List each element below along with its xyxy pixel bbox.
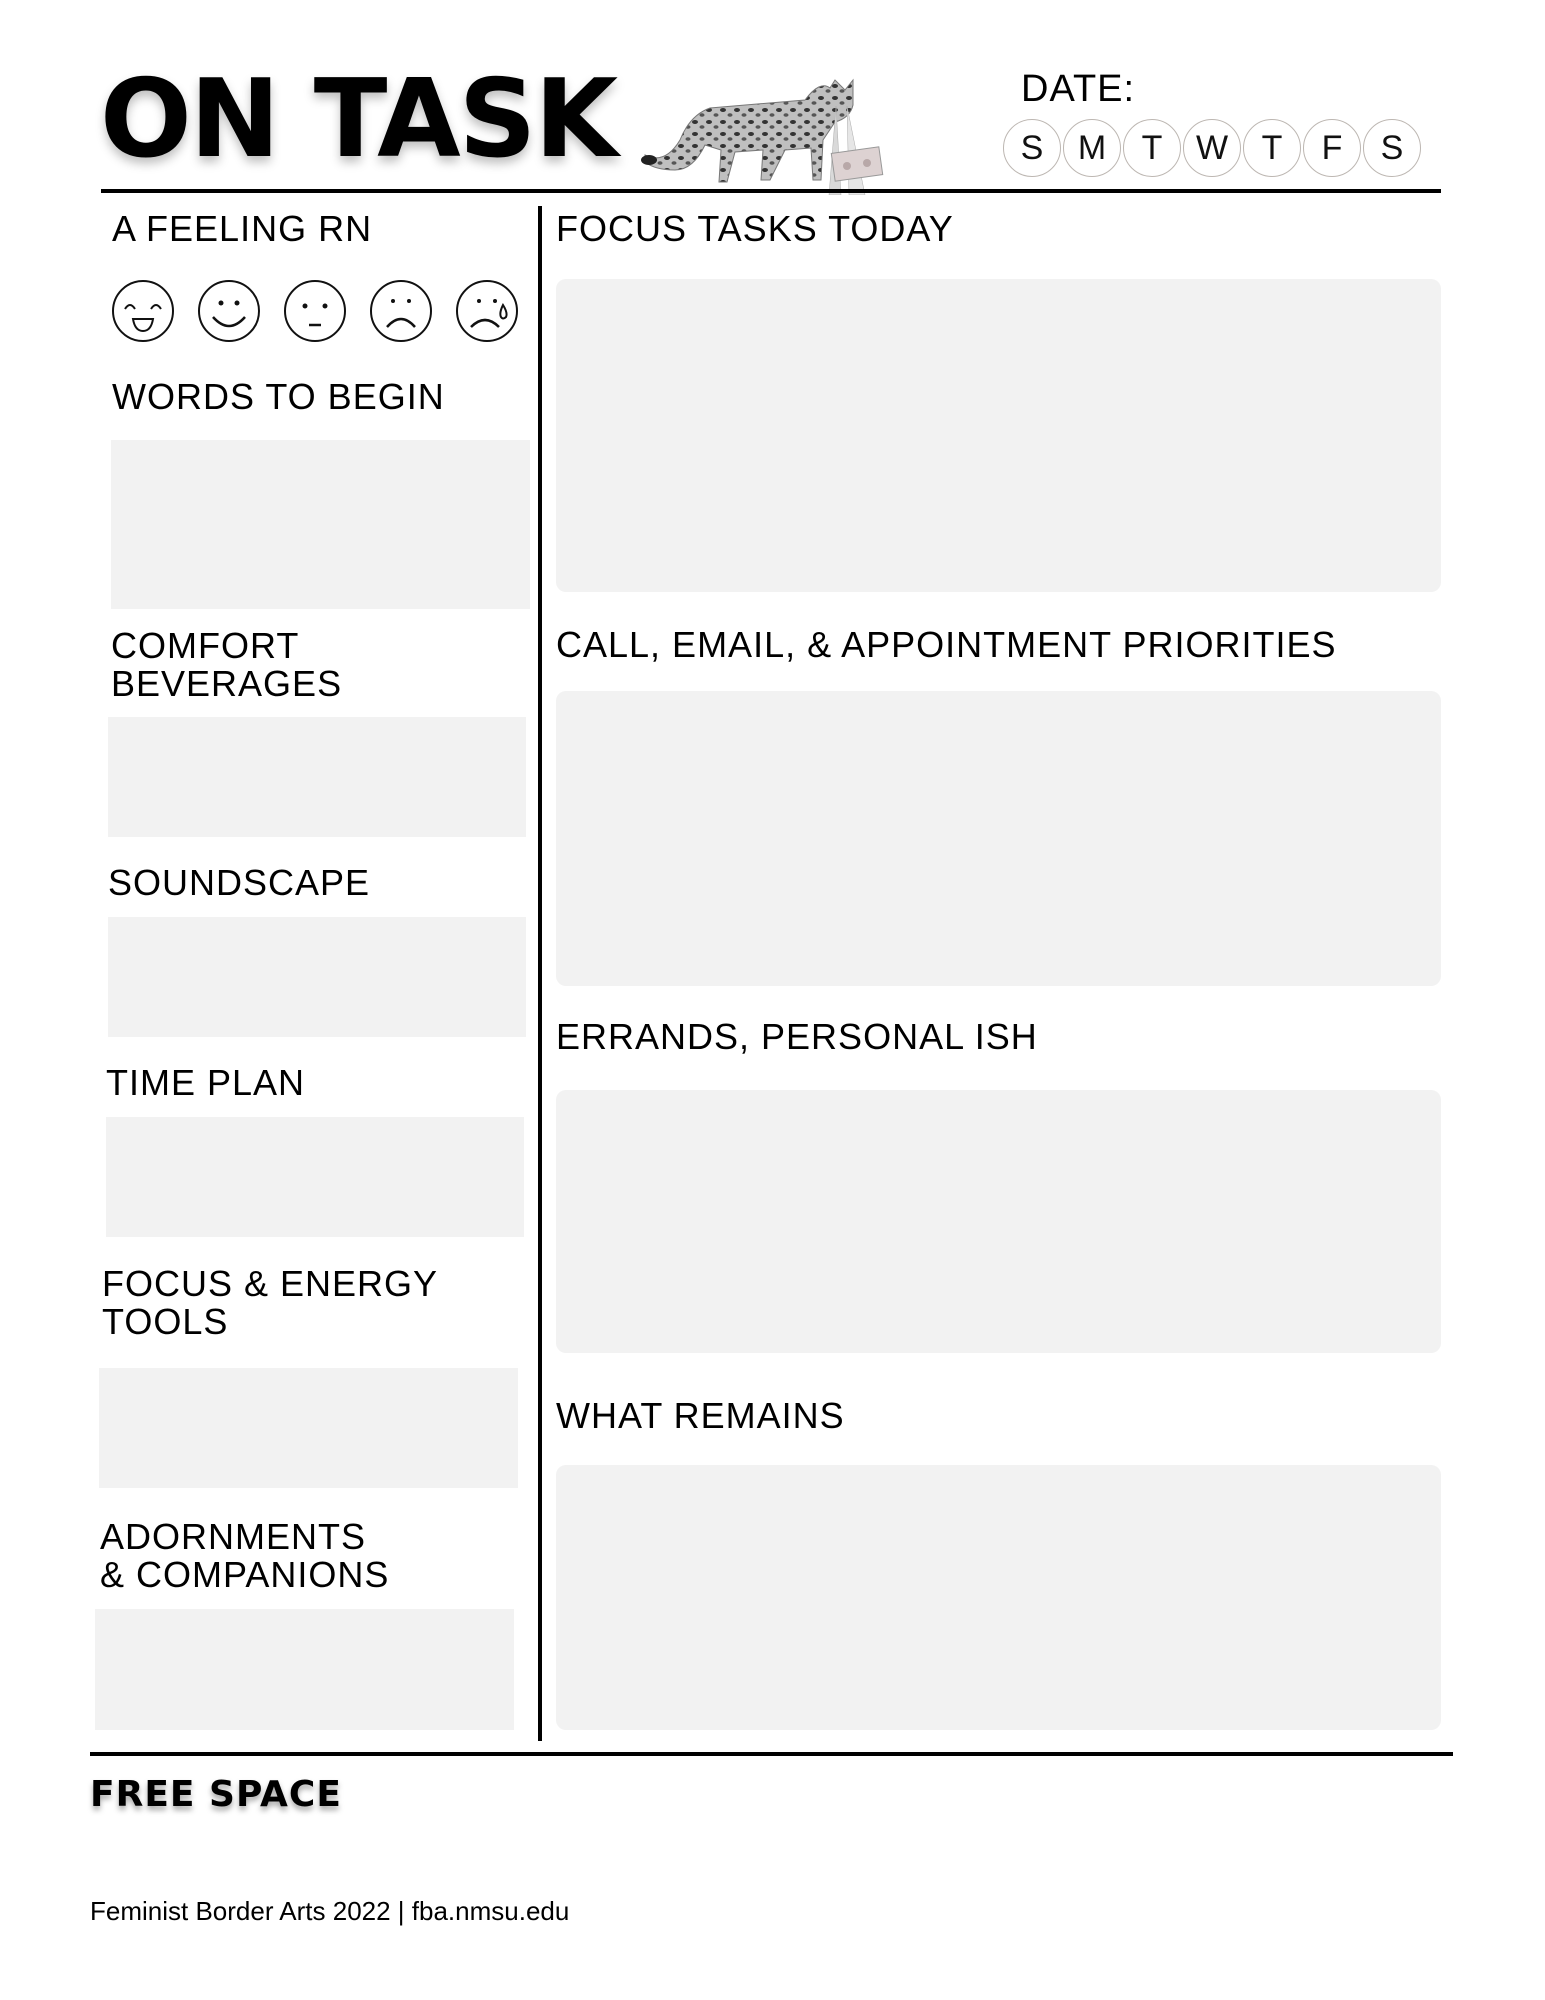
smiling-face-icon[interactable] [197, 279, 261, 343]
adornments-companions-heading: ADORNMENTS & COMPANIONS [100, 1518, 389, 1594]
bottom-divider [90, 1752, 1453, 1756]
sad-face-icon[interactable] [369, 279, 433, 343]
time-plan-box[interactable] [106, 1117, 524, 1237]
call-email-appointment-heading: CALL, EMAIL, & APPOINTMENT PRIORITIES [556, 624, 1337, 665]
comfort-beverages-heading: COMFORT BEVERAGES [111, 627, 342, 703]
date-label: DATE: [1021, 68, 1136, 110]
focus-tasks-box[interactable] [556, 279, 1441, 592]
day-circle-sunday[interactable]: S [1003, 119, 1061, 177]
day-circle-friday[interactable]: F [1303, 119, 1361, 177]
comfort-beverages-heading-line2: BEVERAGES [111, 663, 343, 704]
comfort-beverages-box[interactable] [108, 717, 526, 837]
free-space-area[interactable] [90, 1825, 1453, 1885]
call-email-appointment-box[interactable] [556, 691, 1441, 986]
adornments-companions-heading-line2: & COMPANIONS [100, 1554, 390, 1595]
column-divider [538, 206, 542, 1741]
day-of-week-selector: S M T W T F S [1003, 119, 1421, 177]
focus-energy-tools-heading-line2: TOOLS [102, 1301, 229, 1342]
time-plan-heading: TIME PLAN [106, 1062, 306, 1103]
day-circle-tuesday[interactable]: T [1123, 119, 1181, 177]
crying-face-icon[interactable] [455, 279, 519, 343]
adornments-companions-heading-line1: ADORNMENTS [100, 1516, 367, 1557]
errands-personal-heading: ERRANDS, PERSONAL ISH [556, 1016, 1038, 1057]
soundscape-heading: SOUNDSCAPE [108, 862, 371, 903]
feeling-heading: A FEELING RN [112, 208, 373, 249]
words-to-begin-heading: WORDS TO BEGIN [112, 376, 445, 417]
laughing-face-icon[interactable] [111, 279, 175, 343]
adornments-companions-box[interactable] [95, 1609, 514, 1730]
soundscape-box[interactable] [108, 917, 526, 1037]
what-remains-heading: WHAT REMAINS [556, 1395, 845, 1436]
errands-personal-box[interactable] [556, 1090, 1441, 1353]
focus-energy-tools-heading-line1: FOCUS & ENERGY [102, 1263, 439, 1304]
day-circle-thursday[interactable]: T [1243, 119, 1301, 177]
header-divider [101, 189, 1441, 193]
focus-energy-tools-heading: FOCUS & ENERGY TOOLS [102, 1265, 438, 1341]
what-remains-box[interactable] [556, 1465, 1441, 1730]
focus-tasks-heading: FOCUS TASKS TODAY [556, 208, 954, 249]
comfort-beverages-heading-line1: COMFORT [111, 625, 300, 666]
feeling-faces [111, 279, 519, 343]
day-circle-wednesday[interactable]: W [1183, 119, 1241, 177]
page-title-text: ON TASK [100, 57, 618, 182]
footer-credit: Feminist Border Arts 2022 | fba.nmsu.edu [90, 1896, 570, 1926]
cat-illustration-icon [641, 78, 884, 195]
page-title: ON TASK [100, 66, 618, 174]
day-circle-monday[interactable]: M [1063, 119, 1121, 177]
free-space-heading: FREE SPACE [90, 1774, 342, 1815]
neutral-face-icon[interactable] [283, 279, 347, 343]
words-to-begin-box[interactable] [111, 440, 530, 609]
focus-energy-tools-box[interactable] [99, 1368, 518, 1488]
day-circle-saturday[interactable]: S [1363, 119, 1421, 177]
